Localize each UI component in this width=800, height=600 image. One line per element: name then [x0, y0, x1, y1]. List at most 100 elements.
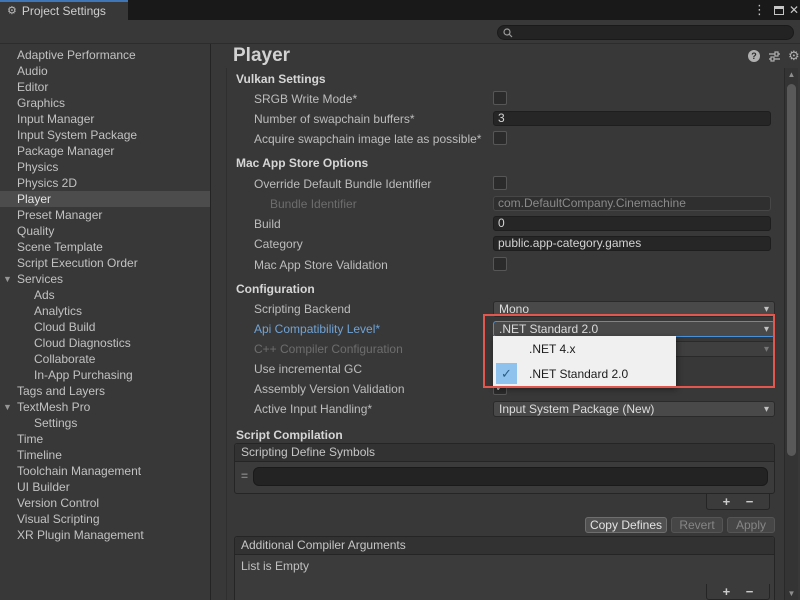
add-button[interactable]: +: [723, 585, 731, 599]
define-symbol-input[interactable]: [253, 467, 768, 486]
build-label: Build: [254, 216, 281, 232]
chevron-down-icon: ▾: [764, 343, 769, 357]
chevron-down-icon: ▾: [764, 323, 769, 337]
popup-option-net4x[interactable]: .NET 4.x: [493, 336, 676, 361]
sidebar-item-editor[interactable]: Editor: [0, 79, 210, 95]
vertical-scrollbar[interactable]: ▲ ▼: [784, 68, 798, 600]
additional-compiler-arguments-header: Additional Compiler Arguments: [235, 537, 774, 555]
sidebar-item-graphics[interactable]: Graphics: [0, 95, 210, 111]
sidebar-item-ads[interactable]: Ads: [0, 287, 210, 303]
preset-icon[interactable]: [768, 50, 781, 63]
dropdown-value: .NET Standard 2.0: [499, 322, 598, 336]
scrollbar-thumb[interactable]: [787, 84, 796, 456]
sidebar-item-script-execution-order[interactable]: Script Execution Order: [0, 255, 210, 271]
sidebar-item-cloud-diagnostics[interactable]: Cloud Diagnostics: [0, 335, 210, 351]
api-compatibility-popup: .NET 4.x ✓ .NET Standard 2.0: [493, 336, 676, 387]
drag-handle-icon[interactable]: =: [241, 467, 248, 486]
sidebar-item-input-system-package[interactable]: Input System Package: [0, 127, 210, 143]
bundle-identifier-label: Bundle Identifier: [270, 196, 357, 212]
apply-button: Apply: [727, 517, 775, 533]
scripting-backend-dropdown[interactable]: Mono ▾: [493, 301, 775, 317]
remove-button[interactable]: −: [746, 585, 754, 599]
sidebar-item-collaborate[interactable]: Collaborate: [0, 351, 210, 367]
active-input-dropdown[interactable]: Input System Package (New) ▾: [493, 401, 775, 417]
acquire-swapchain-checkbox[interactable]: [493, 131, 507, 145]
settings-category-list: Adaptive Performance Audio Editor Graphi…: [0, 44, 211, 600]
sidebar-item-input-manager[interactable]: Input Manager: [0, 111, 210, 127]
category-field[interactable]: public.app-category.games: [493, 236, 771, 251]
sidebar-item-tags-and-layers[interactable]: Tags and Layers: [0, 383, 210, 399]
sidebar-item-visual-scripting[interactable]: Visual Scripting: [0, 511, 210, 527]
srgb-write-mode-label: SRGB Write Mode*: [254, 91, 357, 107]
sidebar-item-scene-template[interactable]: Scene Template: [0, 239, 210, 255]
scroll-down-icon[interactable]: ▼: [785, 589, 798, 598]
sidebar-item-physics[interactable]: Physics: [0, 159, 210, 175]
dropdown-value: Mono: [499, 302, 529, 316]
api-compatibility-dropdown[interactable]: .NET Standard 2.0 ▾: [493, 321, 775, 337]
sidebar-item-cloud-build[interactable]: Cloud Build: [0, 319, 210, 335]
player-settings-panel: Player ? ⚙ Vulkan Settings SRGB Write Mo…: [212, 44, 800, 600]
mac-validation-checkbox[interactable]: [493, 257, 507, 271]
scroll-up-icon[interactable]: ▲: [785, 70, 798, 79]
tab-project-settings[interactable]: ⚙ Project Settings: [0, 0, 128, 20]
override-bundle-checkbox[interactable]: [493, 176, 507, 190]
project-settings-window: ⚙ Project Settings ⋮ ✕ Adaptive Performa…: [0, 0, 800, 600]
sidebar-item-package-manager[interactable]: Package Manager: [0, 143, 210, 159]
search-icon: [503, 28, 513, 38]
scripting-define-symbols-box: Scripting Define Symbols =: [234, 443, 775, 494]
close-icon[interactable]: ✕: [789, 0, 799, 20]
chevron-down-icon: ▾: [764, 303, 769, 317]
additional-compiler-arguments-box: Additional Compiler Arguments List is Em…: [234, 536, 775, 600]
sidebar-item-player[interactable]: Player: [0, 191, 210, 207]
sidebar-item-ui-builder[interactable]: UI Builder: [0, 479, 210, 495]
list-empty-text: List is Empty: [235, 555, 774, 577]
active-input-label: Active Input Handling*: [254, 401, 372, 417]
search-input[interactable]: [497, 25, 794, 40]
maximize-glyph: [774, 6, 784, 15]
section-mac-app-store: Mac App Store Options: [236, 155, 368, 171]
sidebar-item-xr-plugin-management[interactable]: XR Plugin Management: [0, 527, 210, 543]
sidebar-item-time[interactable]: Time: [0, 431, 210, 447]
compiler-args-list-footer: + −: [706, 584, 770, 600]
foldout-open-icon[interactable]: ▼: [3, 399, 12, 415]
remove-button[interactable]: −: [746, 495, 754, 509]
revert-button: Revert: [671, 517, 723, 533]
section-script-compilation: Script Compilation: [236, 427, 343, 443]
sidebar-item-adaptive-performance[interactable]: Adaptive Performance: [0, 47, 210, 63]
section-configuration: Configuration: [236, 281, 315, 297]
toolbar: [0, 20, 800, 44]
option-label: .NET 4.x: [529, 342, 575, 356]
sidebar-item-timeline[interactable]: Timeline: [0, 447, 210, 463]
copy-defines-button[interactable]: Copy Defines: [585, 517, 667, 533]
acquire-swapchain-label: Acquire swapchain image late as possible…: [254, 131, 481, 147]
tab-bar: ⚙ Project Settings ⋮ ✕: [0, 0, 800, 20]
sidebar-item-analytics[interactable]: Analytics: [0, 303, 210, 319]
maximize-icon[interactable]: [774, 0, 784, 20]
sidebar-item-services[interactable]: ▼ Services: [0, 271, 210, 287]
sidebar-item-quality[interactable]: Quality: [0, 223, 210, 239]
sidebar-item-tmp-settings[interactable]: Settings: [0, 415, 210, 431]
sidebar-item-label: Services: [17, 272, 63, 286]
foldout-open-icon[interactable]: ▼: [3, 271, 12, 287]
sidebar-item-toolchain-management[interactable]: Toolchain Management: [0, 463, 210, 479]
help-icon[interactable]: ?: [748, 50, 760, 62]
sidebar-item-textmesh-pro[interactable]: ▼ TextMesh Pro: [0, 399, 210, 415]
tab-title: Project Settings: [22, 4, 106, 18]
sidebar-item-preset-manager[interactable]: Preset Manager: [0, 207, 210, 223]
mac-validation-label: Mac App Store Validation: [254, 257, 388, 273]
gear-icon[interactable]: ⚙: [788, 48, 800, 64]
build-field[interactable]: 0: [493, 216, 771, 231]
bundle-identifier-field: com.DefaultCompany.Cinemachine: [493, 196, 771, 211]
sidebar-item-in-app-purchasing[interactable]: In-App Purchasing: [0, 367, 210, 383]
sidebar-item-physics-2d[interactable]: Physics 2D: [0, 175, 210, 191]
sidebar-item-version-control[interactable]: Version Control: [0, 495, 210, 511]
sidebar-item-audio[interactable]: Audio: [0, 63, 210, 79]
popup-option-net-standard[interactable]: ✓ .NET Standard 2.0: [493, 361, 676, 386]
srgb-write-mode-checkbox[interactable]: [493, 91, 507, 105]
add-button[interactable]: +: [723, 495, 731, 509]
assembly-validation-label: Assembly Version Validation: [254, 381, 405, 397]
window-menu-icon[interactable]: ⋮: [753, 0, 766, 20]
swapchain-buffers-field[interactable]: 3: [493, 111, 771, 126]
category-label: Category: [254, 236, 303, 252]
option-label: .NET Standard 2.0: [529, 367, 628, 381]
